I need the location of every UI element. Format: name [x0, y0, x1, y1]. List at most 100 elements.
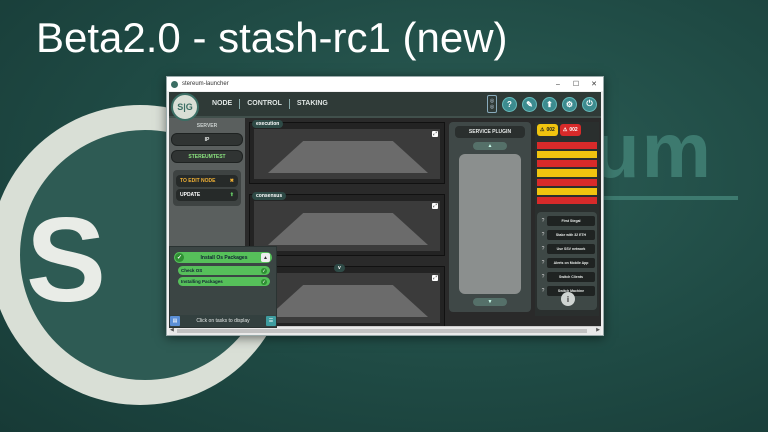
top-navigation-bar: S|G NODE CONTROL STAKING ◎ ◎ ? ✎ ⬆ ⚙ ⏻ — [169, 92, 601, 121]
minimize-button[interactable]: – — [549, 81, 567, 88]
window-titlebar[interactable]: stereum-launcher – ☐ ✕ — [167, 77, 603, 91]
edit-node-label: TO EDIT NODE — [180, 178, 216, 184]
consensus-label: consensus — [252, 192, 287, 200]
nav-staking[interactable]: STAKING — [290, 99, 335, 109]
server-name: STEREUMTEST — [171, 150, 243, 163]
app-content: S|G NODE CONTROL STAKING ◎ ◎ ? ✎ ⬆ ⚙ ⏻ SE… — [169, 92, 601, 328]
question-icon: ? — [541, 217, 545, 224]
node-actions: TO EDIT NODE ✖ UPDATE ⬆ — [173, 170, 241, 206]
question-icon: ? — [541, 273, 545, 280]
app-icon — [171, 80, 178, 88]
service-drop-area — [254, 129, 440, 179]
task-progress-popup: ✓ Install Os Packages ▲ Check OS ✓ Insta… — [169, 246, 277, 328]
service-tray — [268, 285, 428, 317]
popup-footer: ▤ Click on tasks to display ☰ — [170, 315, 276, 327]
service-drop-area — [254, 201, 440, 251]
popup-footer-text: Click on tasks to display — [196, 318, 250, 324]
critical-icon: ⚠ — [562, 127, 568, 133]
update-button[interactable]: UPDATE ⬆ — [176, 189, 238, 201]
task-checklist: ? First Stegal ? Stake with 32 ETH ? Use SS… — [537, 212, 597, 310]
task-label: Alerts on Mobile App — [547, 257, 595, 268]
validator-label: v — [334, 264, 345, 272]
task-label: Stake with 32 ETH — [547, 229, 595, 240]
background-wordmark-underline — [598, 196, 738, 200]
main-nav: NODE CONTROL STAKING — [205, 92, 335, 116]
alert-stripes — [537, 142, 597, 204]
service-plugin-title: SERVICE PLUGIN — [455, 126, 525, 138]
task-label: Use SSV network — [547, 243, 595, 254]
task-item[interactable]: ? Switch Clients — [539, 271, 595, 282]
question-icon: ? — [541, 245, 545, 252]
server-label: SERVER — [196, 123, 218, 129]
task-label: Switch Clients — [547, 271, 595, 282]
update-label: UPDATE — [180, 192, 201, 198]
expand-icon[interactable]: ⤢ — [432, 275, 438, 281]
task-label: First Stegal — [547, 215, 595, 226]
validator-column[interactable]: v ⤢ — [249, 264, 445, 328]
critical-badge[interactable]: ⚠ 002 — [559, 124, 581, 136]
task-item[interactable]: ? First Stegal — [539, 215, 595, 226]
task-item[interactable]: ? Alerts on Mobile App — [539, 257, 595, 268]
gear-icon[interactable]: ⚙ — [562, 96, 577, 112]
service-columns: execution ⤢ consensus ⤢ v ⤢ — [249, 120, 445, 338]
update-arrow-icon[interactable]: ⬆ — [542, 96, 557, 112]
subtask-item: Installing Packages ✓ — [178, 277, 270, 286]
scroll-down-button[interactable]: ▼ — [473, 298, 507, 306]
task-item[interactable]: ? Stake with 32 ETH — [539, 229, 595, 240]
alert-row: ⚠ 002 ⚠ 002 — [535, 122, 599, 138]
update-arrow-icon: ⬆ — [229, 192, 234, 198]
warning-count: 002 — [546, 127, 555, 133]
task-heading[interactable]: ✓ Install Os Packages ▲ — [174, 252, 272, 263]
node-status-icon[interactable]: ◎ ◎ — [487, 95, 497, 113]
stereum-logo[interactable]: S|G — [171, 93, 199, 121]
maximize-button[interactable]: ☐ — [567, 80, 585, 88]
alert-stripe — [537, 178, 597, 186]
scroll-up-button[interactable]: ▲ — [473, 142, 507, 150]
window-title: stereum-launcher — [182, 81, 229, 87]
app-window: stereum-launcher – ☐ ✕ S|G NODE CONTROL … — [166, 76, 604, 336]
collapse-icon[interactable]: ▲ — [261, 253, 270, 262]
background-wordmark: um — [592, 106, 713, 194]
check-icon: ✓ — [261, 278, 267, 285]
service-tray — [268, 141, 428, 173]
logout-icon[interactable]: ⏻ — [582, 96, 597, 112]
wrench-icon[interactable]: ✎ — [522, 96, 537, 112]
scrollbar-thumb[interactable] — [177, 329, 587, 333]
plugin-list[interactable] — [459, 154, 521, 294]
scroll-right-arrow[interactable]: ▶ — [596, 327, 600, 333]
consensus-column[interactable]: consensus ⤢ — [249, 192, 445, 256]
task-item[interactable]: ? Use SSV network — [539, 243, 595, 254]
question-icon: ? — [541, 259, 545, 266]
expand-icon[interactable]: ⤢ — [432, 131, 438, 137]
slide-title: Beta2.0 - stash-rc1 (new) — [36, 14, 508, 61]
warning-badge[interactable]: ⚠ 002 — [537, 124, 558, 136]
task-heading-label: Install Os Packages — [200, 254, 248, 261]
help-icon[interactable]: ? — [502, 96, 517, 112]
close-button[interactable]: ✕ — [585, 80, 603, 88]
status-panel: ⚠ 002 ⚠ 002 ? First Stegal ? Stake with 32… — [535, 122, 599, 316]
alert-stripe — [537, 160, 597, 168]
alert-stripe — [537, 196, 597, 204]
warning-icon: ⚠ — [540, 127, 545, 133]
critical-count: 002 — [569, 127, 578, 133]
info-icon[interactable]: i — [561, 292, 575, 306]
server-ip: IP — [171, 133, 243, 146]
edit-node-button[interactable]: TO EDIT NODE ✖ — [176, 175, 238, 187]
execution-column[interactable]: execution ⤢ — [249, 120, 445, 184]
execution-label: execution — [252, 120, 284, 128]
nav-control[interactable]: CONTROL — [240, 99, 290, 109]
alert-stripe — [537, 142, 597, 150]
document-icon[interactable]: ▤ — [170, 316, 180, 326]
question-icon: ? — [541, 287, 545, 294]
subtask-label: Check OS — [181, 268, 203, 273]
task-list-icon[interactable]: ☰ — [265, 316, 276, 326]
nav-node[interactable]: NODE — [205, 99, 241, 109]
subtask-item: Check OS ✓ — [178, 266, 270, 275]
check-icon: ✓ — [175, 253, 184, 262]
top-icon-group: ◎ ◎ ? ✎ ⬆ ⚙ ⏻ — [487, 95, 597, 113]
expand-icon[interactable]: ⤢ — [432, 203, 438, 209]
alert-stripe — [537, 169, 597, 177]
check-icon: ✓ — [261, 267, 267, 274]
alert-stripe — [537, 151, 597, 159]
alert-stripe — [537, 187, 597, 195]
